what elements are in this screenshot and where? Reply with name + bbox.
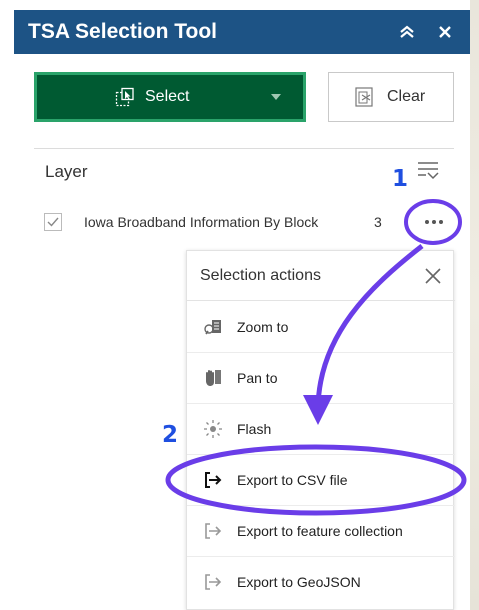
more-actions-button[interactable]: [420, 208, 448, 236]
step-2-label: 2: [162, 422, 179, 448]
panel-header: TSA Selection Tool: [14, 10, 470, 54]
select-button[interactable]: Select: [34, 72, 306, 122]
action-label: Zoom to: [237, 319, 289, 335]
close-icon[interactable]: [423, 266, 443, 286]
layer-item: Iowa Broadband Information By Block 3: [44, 208, 444, 236]
action-label: Pan to: [237, 370, 278, 386]
layer-selection-count: 3: [374, 214, 382, 230]
collapse-icon[interactable]: [394, 19, 420, 45]
export-icon: [205, 574, 222, 590]
select-icon: [115, 87, 134, 107]
action-pan-to[interactable]: Pan to: [187, 353, 455, 404]
more-dot: [439, 220, 443, 224]
more-dot: [432, 220, 436, 224]
export-icon: [205, 472, 222, 488]
action-export-csv[interactable]: Export to CSV file: [187, 455, 455, 506]
chevron-down-icon[interactable]: [271, 94, 282, 100]
divider: [34, 148, 454, 149]
pan-to-icon: [206, 370, 221, 386]
action-export-feature-collection[interactable]: Export to feature collection: [187, 506, 455, 557]
flash-icon: [204, 420, 222, 438]
step-1-label: 1: [392, 166, 409, 192]
action-zoom-to[interactable]: Zoom to: [187, 302, 455, 353]
select-label: Select: [145, 88, 190, 105]
popup-title: Selection actions: [200, 267, 321, 284]
map-background: [470, 0, 479, 610]
action-label: Export to GeoJSON: [237, 574, 361, 590]
action-label: Flash: [237, 421, 272, 437]
clear-selection-icon: [355, 87, 373, 107]
clear-button[interactable]: Clear: [328, 72, 454, 122]
zoom-to-icon: [204, 320, 221, 335]
layer-checkbox[interactable]: [44, 213, 62, 231]
close-icon[interactable]: [432, 19, 458, 45]
more-dot: [425, 220, 429, 224]
action-export-geojson[interactable]: Export to GeoJSON: [187, 557, 455, 608]
action-label: Export to feature collection: [237, 523, 403, 539]
checkmark-icon: [47, 217, 59, 227]
clear-label: Clear: [387, 88, 426, 105]
action-label: Export to CSV file: [237, 472, 348, 488]
layer-heading: Layer: [45, 162, 88, 181]
action-flash[interactable]: Flash: [187, 404, 455, 455]
popup-header: Selection actions: [187, 251, 455, 301]
layer-name: Iowa Broadband Information By Block: [84, 214, 319, 230]
selection-tool-panel: TSA Selection Tool Select Clear Layer 1: [14, 0, 470, 610]
selection-actions-popup: Selection actions Zoom to Pan to Flash E…: [186, 250, 455, 610]
panel-title: TSA Selection Tool: [28, 20, 218, 43]
export-icon: [205, 523, 222, 539]
filter-list-icon[interactable]: [416, 160, 440, 182]
